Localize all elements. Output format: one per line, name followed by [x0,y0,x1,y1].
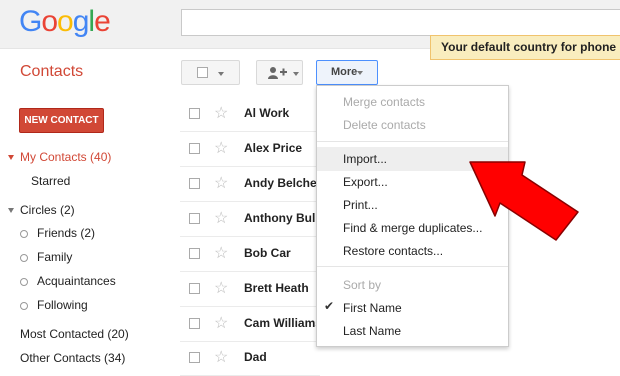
sidebar-item-label: Family [37,250,73,264]
sidebar-item-circle[interactable]: Acquaintances [20,274,116,288]
logo-letter: o [57,5,74,38]
contact-name[interactable]: Andy Belcher [244,176,321,190]
contact-name[interactable]: Brett Heath [244,281,309,295]
more-button[interactable]: More [316,60,378,85]
chevron-down-icon [293,72,299,76]
menu-item-print[interactable]: Print... [343,198,378,212]
logo-letter: g [72,5,90,38]
sidebar-item-my-contacts[interactable]: My Contacts (40) [8,150,111,164]
add-person-icon [268,67,287,79]
sidebar-item-label: Friends (2) [37,226,96,240]
sidebar-item-label: Following [37,298,88,312]
menu-item-delete-contacts: Delete contacts [343,118,426,132]
sidebar-item-circle[interactable]: Following [20,298,88,312]
row-checkbox[interactable] [189,248,200,259]
sidebar-item-most-contacted[interactable]: Most Contacted (20) [20,327,129,341]
circle-icon [20,253,28,262]
list-item[interactable]: ☆ Brett Heath [180,272,320,307]
contact-name[interactable]: Dad [244,350,267,364]
logo-letter: e [94,5,111,38]
list-item[interactable]: ☆ Cam Williams [180,307,322,342]
sidebar-item-other-contacts[interactable]: Other Contacts (34) [20,351,125,365]
menu-item-find-merge-duplicates[interactable]: Find & merge duplicates... [343,221,482,235]
chevron-down-icon [357,71,363,75]
contact-name[interactable]: Cam Williams [244,316,322,330]
menu-item-merge-contacts: Merge contacts [343,95,426,109]
star-icon[interactable]: ☆ [214,278,228,298]
list-item[interactable]: ☆ Anthony Bullo [180,202,326,237]
expand-triangle-icon [8,155,14,161]
row-checkbox[interactable] [189,318,200,329]
row-checkbox[interactable] [189,143,200,154]
sidebar-item-label: My Contacts (40) [20,150,112,164]
add-to-circle-button[interactable] [256,60,303,85]
select-all-checkbox[interactable] [197,67,208,78]
more-dropdown-menu: Merge contacts Delete contacts Import...… [316,85,509,347]
sidebar-item-circle[interactable]: Friends (2) [20,226,95,240]
logo-letter: G [19,5,42,38]
star-icon[interactable]: ☆ [214,243,228,263]
menu-heading-sort-by: Sort by [343,278,382,292]
circle-icon [20,229,28,238]
star-icon[interactable]: ☆ [214,138,228,158]
list-item[interactable]: ☆ Alex Price [180,132,320,167]
star-icon[interactable]: ☆ [214,173,228,193]
circle-icon [20,301,28,310]
menu-divider [317,141,508,142]
circle-icon [20,277,28,286]
search-input[interactable] [181,9,620,36]
more-button-label: More [331,66,358,78]
list-item[interactable]: ☆ Al Work [180,97,320,132]
chevron-down-icon [218,72,224,76]
menu-item-export[interactable]: Export... [343,175,388,189]
app-title[interactable]: Contacts [20,63,83,81]
sidebar-item-starred[interactable]: Starred [31,174,70,188]
row-checkbox[interactable] [189,108,200,119]
sidebar-item-label: Circles (2) [20,203,75,217]
contact-name[interactable]: Bob Car [244,246,291,260]
contact-name[interactable]: Anthony Bullo [244,211,326,225]
list-item[interactable]: ☆ Andy Belcher [180,167,321,202]
star-icon[interactable]: ☆ [214,313,228,333]
select-checkbox-button[interactable] [181,60,240,85]
star-icon[interactable]: ☆ [214,103,228,123]
contact-name[interactable]: Alex Price [244,141,302,155]
contact-name[interactable]: Al Work [244,106,289,120]
google-logo[interactable]: Google [19,5,111,39]
menu-item-import[interactable]: Import... [343,152,387,166]
logo-letter: o [41,5,58,38]
row-checkbox[interactable] [189,283,200,294]
menu-item-restore-contacts[interactable]: Restore contacts... [343,244,443,258]
row-checkbox[interactable] [189,352,200,363]
expand-triangle-icon [8,208,14,214]
sidebar-item-label: Acquaintances [37,274,116,288]
row-checkbox[interactable] [189,178,200,189]
row-checkbox[interactable] [189,213,200,224]
star-icon[interactable]: ☆ [214,347,228,367]
list-item[interactable]: ☆ Bob Car [180,237,320,272]
menu-item-sort-last-name[interactable]: Last Name [343,324,401,338]
sidebar-item-circle[interactable]: Family [20,250,72,264]
sidebar-item-circles[interactable]: Circles (2) [8,203,75,217]
checkmark-icon: ✔ [324,299,335,313]
star-icon[interactable]: ☆ [214,208,228,228]
menu-divider [317,266,508,267]
menu-item-sort-first-name[interactable]: First Name [343,301,402,315]
new-contact-button[interactable]: NEW CONTACT [19,108,104,133]
list-item[interactable]: ☆ Dad [180,341,320,376]
notice-banner: Your default country for phone num [430,35,620,60]
